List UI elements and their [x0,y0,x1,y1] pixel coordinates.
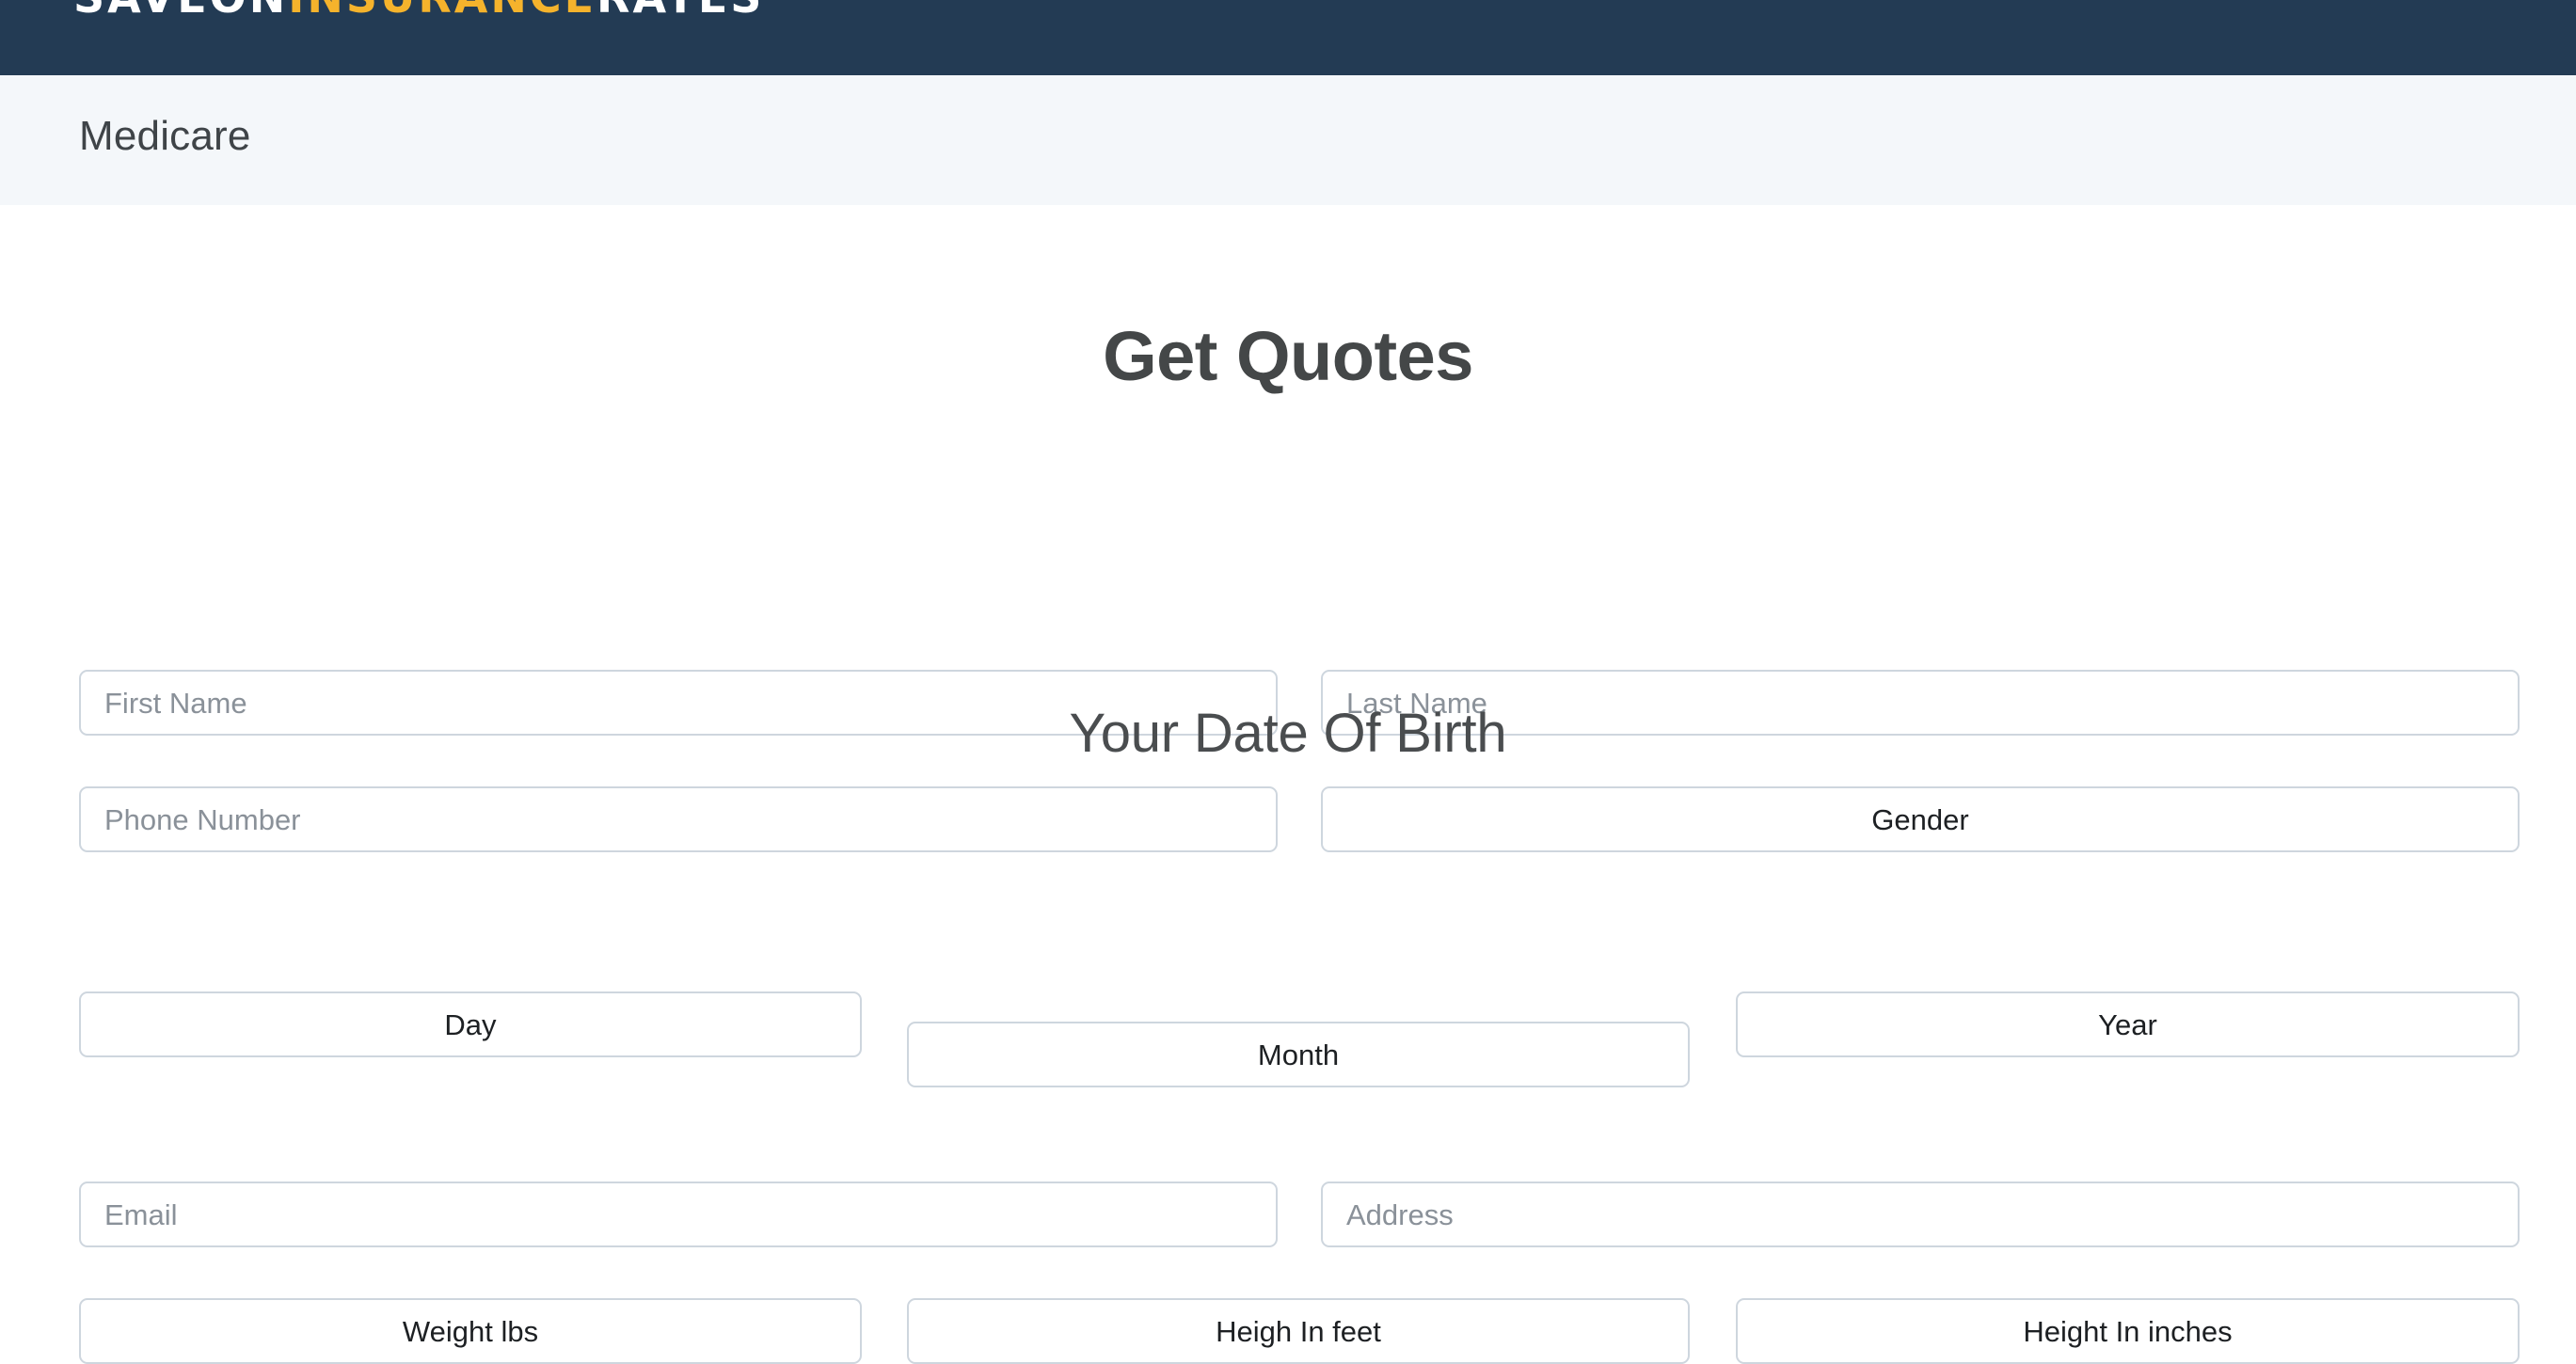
page-title: Get Quotes [1103,317,1473,395]
phone-number-input[interactable]: Phone Number [79,786,1278,852]
site-logo[interactable]: SAVEONINSURANCERATES [73,0,764,19]
dob-year-select[interactable]: Year [1736,991,2520,1057]
gender-select[interactable]: Gender [1321,786,2520,852]
email-input[interactable]: Email [79,1182,1278,1247]
address-input[interactable]: Address [1321,1182,2520,1247]
dob-month-value: Month [1257,1038,1340,1071]
email-placeholder: Email [104,1197,178,1231]
height-inches-select[interactable]: Height In inches [1736,1298,2520,1364]
nav-item-medicare[interactable]: Medicare [79,113,251,160]
weight-lbs-select[interactable]: Weight lbs [79,1298,862,1364]
dob-day-select[interactable]: Day [79,991,862,1057]
dob-year-value: Year [2098,1007,2157,1041]
weight-lbs-value: Weight lbs [402,1314,539,1348]
logo-text-rates: RATES [596,0,764,23]
dob-day-value: Day [444,1007,497,1041]
height-feet-value: Heigh In feet [1216,1314,1381,1348]
logo-text-saveon: SAVEON [73,0,288,23]
logo-text-insurance: INSURANCE [288,0,596,23]
quote-form-section: Get Quotes First Name Last Name Phone Nu… [0,205,2576,1364]
height-inches-value: Height In inches [2023,1314,2233,1348]
gender-select-value: Gender [1871,802,1969,836]
dob-month-select[interactable]: Month [907,1022,1690,1087]
secondary-nav-bar: Medicare [0,75,2576,205]
address-placeholder: Address [1346,1197,1454,1231]
date-of-birth-heading: Your Date Of Birth [1069,703,1507,764]
brand-header-bar: SAVEONINSURANCERATES [0,0,2576,75]
phone-number-placeholder: Phone Number [104,802,301,836]
height-feet-select[interactable]: Heigh In feet [907,1298,1690,1364]
